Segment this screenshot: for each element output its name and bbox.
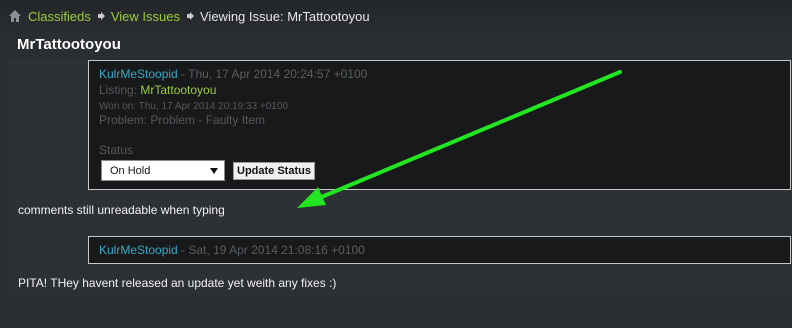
home-icon[interactable] [8, 9, 22, 23]
won-on-text: Won on: Thu, 17 Apr 2014 20:19:33 +0100 [99, 101, 288, 112]
breadcrumb-link-classifieds[interactable]: Classifieds [28, 9, 91, 24]
comment-meta: KulrMeStoopid - Sat, 19 Apr 2014 21:08:1… [99, 243, 365, 257]
update-status-button[interactable]: Update Status [233, 162, 315, 180]
breadcrumb: Classifieds View Issues Viewing Issue: M… [8, 6, 370, 26]
comment-date: - Thu, 17 Apr 2014 20:24:57 +0100 [177, 67, 368, 81]
comment-author-link[interactable]: KulrMeStoopid [99, 67, 178, 81]
comment-meta: KulrMeStoopid - Thu, 17 Apr 2014 20:24:5… [99, 67, 367, 81]
breadcrumb-current: Viewing Issue: MrTattootoyou [200, 8, 370, 24]
status-select[interactable]: On Hold [101, 160, 225, 181]
breadcrumb-link-view-issues[interactable]: View Issues [111, 9, 180, 24]
comment-date: - Sat, 19 Apr 2014 21:08:16 +0100 [177, 243, 365, 257]
listing-label: Listing: [99, 83, 141, 97]
chevron-down-icon [210, 168, 218, 174]
page-title: MrTattootoyou [17, 36, 121, 53]
breadcrumb-separator-icon [97, 12, 105, 20]
comment-body-1: comments still unreadable when typing [18, 203, 225, 217]
comment-author-link[interactable]: KulrMeStoopid [99, 243, 178, 257]
comment-header-1: KulrMeStoopid - Thu, 17 Apr 2014 20:24:5… [88, 60, 791, 190]
status-select-value: On Hold [110, 165, 151, 177]
problem-text: Problem: Problem - Faulty Item [99, 113, 266, 127]
comment-body-2: PITA! THey havent released an update yet… [18, 276, 337, 290]
breadcrumb-separator-icon [187, 12, 194, 20]
comment-header-2: KulrMeStoopid - Sat, 19 Apr 2014 21:08:1… [88, 236, 791, 264]
status-label: Status [99, 143, 134, 157]
issue-content: KulrMeStoopid - Thu, 17 Apr 2014 20:24:5… [8, 60, 791, 296]
listing-row: Listing: MrTattootoyou [99, 83, 216, 97]
page: Classifieds View Issues Viewing Issue: M… [0, 0, 792, 328]
listing-link[interactable]: MrTattootoyou [140, 83, 216, 97]
